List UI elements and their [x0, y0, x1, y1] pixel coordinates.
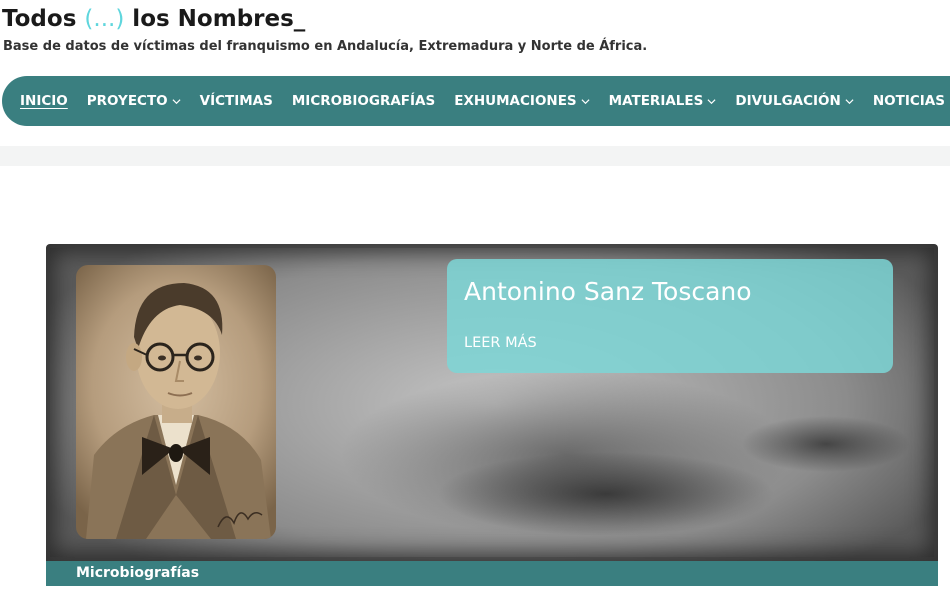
- category-bar: Microbiografías: [46, 561, 938, 586]
- slide-caption: Antonino Sanz Toscano LEER MÁS: [447, 259, 893, 373]
- nav-item-label: VÍCTIMAS: [199, 93, 273, 109]
- chevron-down-icon: [845, 98, 854, 104]
- content-separator: [0, 146, 950, 166]
- site-tagline: Base de datos de víctimas del franquismo…: [3, 39, 648, 54]
- category-label[interactable]: Microbiografías: [76, 565, 199, 581]
- nav-item-proyecto[interactable]: PROYECTO: [87, 93, 181, 109]
- nav-item-label: MICROBIOGRAFÍAS: [291, 93, 436, 109]
- nav-item-label: EXHUMACIONES: [454, 93, 577, 109]
- portrait-illustration: [86, 283, 271, 539]
- nav-item-label: PROYECTO: [86, 93, 168, 109]
- site-title-post: los Nombres_: [124, 6, 306, 32]
- nav-item-divulgacion[interactable]: DIVULGACIÓN: [735, 93, 854, 109]
- site-title-ellipsis: (...): [84, 6, 125, 32]
- nav-item-noticias[interactable]: NOTICIAS: [873, 93, 945, 109]
- nav-item-exhumaciones[interactable]: EXHUMACIONES: [454, 93, 590, 109]
- chevron-down-icon: [581, 98, 590, 104]
- nav-item-victimas[interactable]: VÍCTIMAS: [200, 93, 273, 109]
- nav-item-label: INICIO: [20, 93, 68, 109]
- read-more-link[interactable]: LEER MÁS: [464, 335, 537, 351]
- portrait-photo[interactable]: [76, 265, 276, 539]
- person-name[interactable]: Antonino Sanz Toscano: [464, 277, 752, 306]
- site-header: Todos (...) los Nombres_ Base de datos d…: [0, 0, 950, 70]
- site-title-pre: Todos: [2, 6, 85, 32]
- nav-item-label: NOTICIAS: [872, 93, 945, 109]
- nav-item-label: MATERIALES: [608, 93, 704, 109]
- nav-item-inicio[interactable]: INICIO: [20, 93, 68, 109]
- chevron-down-icon: [172, 98, 181, 104]
- nav-item-label: DIVULGACIÓN: [735, 93, 841, 109]
- chevron-down-icon: [707, 98, 716, 104]
- nav-item-microbiografias[interactable]: MICROBIOGRAFÍAS: [292, 93, 435, 109]
- featured-slider[interactable]: Antonino Sanz Toscano LEER MÁS: [46, 244, 938, 561]
- nav-item-materiales[interactable]: MATERIALES: [609, 93, 717, 109]
- site-title[interactable]: Todos (...) los Nombres_: [2, 6, 305, 32]
- main-navigation: INICIO PROYECTO VÍCTIMAS MICROBIOGRAFÍAS…: [2, 76, 950, 126]
